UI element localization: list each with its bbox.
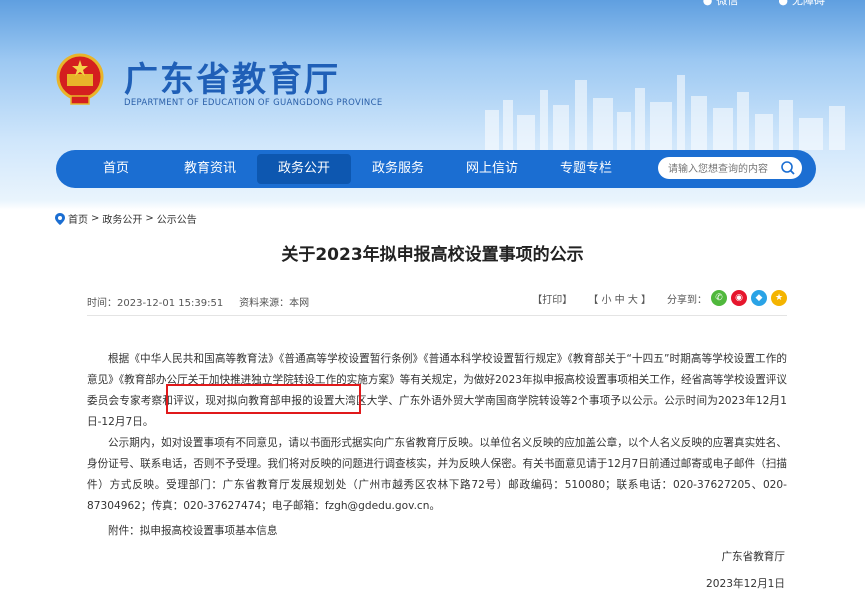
highlight-annotation-box: [166, 384, 361, 414]
national-emblem-logo: [56, 53, 104, 105]
wechat-share-icon[interactable]: ✆: [711, 290, 727, 306]
location-pin-icon: [55, 212, 65, 225]
wechat-link[interactable]: ● 微信: [703, 0, 739, 8]
nav-government-affairs[interactable]: 政务公开: [257, 154, 351, 184]
breadcrumb-separator: >: [91, 213, 100, 224]
nav-education-news[interactable]: 教育资讯: [163, 154, 257, 184]
search-icon[interactable]: [780, 160, 796, 176]
article-paragraph: 公示期内，如对设置事项有不同意见，请以书面形式据实向广东省教育厅反映。以单位名义…: [87, 437, 787, 512]
signature-date: 2023年12月1日: [706, 578, 785, 590]
qq-share-icon[interactable]: ◆: [751, 290, 767, 306]
breadcrumb-announcements[interactable]: 公示公告: [157, 211, 197, 226]
article-source: 资料来源：本网: [239, 298, 310, 309]
search-box: [658, 157, 802, 182]
qzone-share-icon[interactable]: ★: [771, 290, 787, 306]
article-meta: 时间：2023-12-01 15:39:51 资料来源：本网 【打印】 【 小 …: [87, 290, 787, 309]
search-input[interactable]: [666, 157, 782, 182]
attachment-link[interactable]: 附件：拟申报高校设置事项基本信息: [87, 521, 787, 542]
article-body: 根据《中华人民共和国高等教育法》《普通高等学校设置暂行条例》《普通本科学校设置暂…: [87, 349, 787, 542]
font-size-switcher[interactable]: 【 小 中 大 】: [588, 291, 651, 306]
meta-divider: [87, 315, 787, 316]
site-header: ● 微信 ● 无障碍 广东省教育厅 DEPARTMENT OF EDUCATION …: [0, 0, 865, 210]
accessibility-icon: ●: [778, 0, 788, 7]
article-tools: 【打印】 【 小 中 大 】 分享到： ✆ ◉ ◆ ★: [532, 290, 787, 306]
breadcrumb: 首页 > 政务公开 > 公示公告: [55, 211, 197, 226]
city-skyline-graphic: [485, 75, 845, 150]
site-title: 广东省教育厅: [124, 60, 340, 100]
breadcrumb-separator: >: [145, 213, 154, 224]
nav-government-services[interactable]: 政务服务: [351, 154, 445, 184]
nav-home[interactable]: 首页: [69, 154, 163, 184]
wechat-icon: ●: [702, 0, 713, 7]
nav-online-petition[interactable]: 网上信访: [445, 154, 539, 184]
signature: 广东省教育厅: [721, 551, 785, 563]
article-title: 关于2023年拟申报高校设置事项的公示: [281, 245, 584, 265]
share-label: 分享到：: [667, 294, 707, 306]
breadcrumb-government-affairs[interactable]: 政务公开: [102, 211, 142, 226]
publish-time: 时间：2023-12-01 15:39:51: [87, 298, 224, 309]
top-utility-bar: ● 微信 ● 无障碍: [703, 0, 825, 8]
nav-special-topics[interactable]: 专题专栏: [539, 154, 633, 184]
site-subtitle: DEPARTMENT OF EDUCATION OF GUANGDONG PRO…: [124, 98, 383, 108]
weibo-share-icon[interactable]: ◉: [731, 290, 747, 306]
main-navigation: 首页 教育资讯 政务公开 政务服务 网上信访 专题专栏: [56, 150, 816, 188]
breadcrumb-home[interactable]: 首页: [68, 211, 88, 226]
accessibility-link[interactable]: ● 无障碍: [778, 0, 825, 8]
print-button[interactable]: 【打印】: [532, 291, 572, 306]
